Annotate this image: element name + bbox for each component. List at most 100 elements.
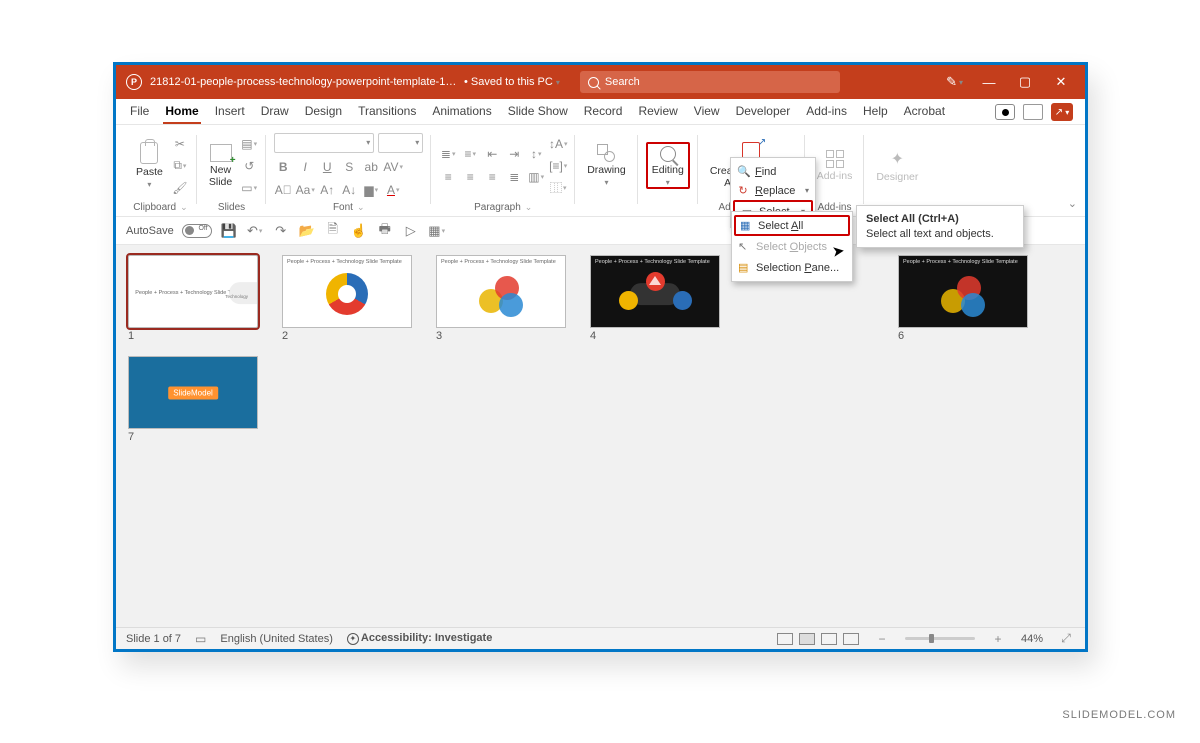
tab-slideshow[interactable]: Slide Show — [506, 100, 570, 124]
select-all-menu-item[interactable]: ▦ Select All — [734, 215, 850, 236]
tab-draw[interactable]: Draw — [259, 100, 291, 124]
slide-thumbnail-4[interactable]: People + Process + Technology Slide Temp… — [590, 255, 720, 342]
minimize-button[interactable]: — — [971, 65, 1007, 99]
tab-transitions[interactable]: Transitions — [356, 100, 418, 124]
autosave-toggle[interactable]: Off — [182, 224, 212, 238]
align-center-button[interactable]: ≡ — [461, 168, 479, 186]
new-button[interactable]: 🗎 — [324, 222, 342, 240]
underline-button[interactable]: U — [318, 158, 336, 176]
shadow-button[interactable]: ab — [362, 158, 380, 176]
print-button[interactable]: 🖶 — [376, 222, 394, 240]
font-name-selector[interactable]: ▾ — [274, 133, 374, 153]
zoom-out-button[interactable]: − — [873, 630, 891, 648]
slide-thumbnail-7[interactable]: SlideModel 7 — [128, 356, 258, 443]
fit-to-window-button[interactable]: ⤢ — [1057, 630, 1075, 648]
normal-view-button[interactable] — [777, 633, 793, 645]
copy-button[interactable]: ⧉▾ — [171, 157, 189, 175]
tab-design[interactable]: Design — [303, 100, 344, 124]
find-menu-item[interactable]: 🔍 Find — [731, 162, 815, 181]
char-spacing-button[interactable]: AV▾ — [384, 158, 402, 176]
highlight-button[interactable]: ▆▾ — [362, 181, 380, 199]
line-spacing-button[interactable]: ↕▾ — [527, 145, 545, 163]
indent-right-button[interactable]: ⇥ — [505, 145, 523, 163]
sorter-view-button[interactable] — [799, 633, 815, 645]
zoom-slider[interactable] — [905, 637, 975, 640]
slide-sorter-view[interactable]: People + Process + Technology Slide Temp… — [116, 245, 1085, 627]
drawing-button[interactable]: Drawing ▾ — [583, 142, 630, 189]
change-case-button[interactable]: Aa▾ — [296, 181, 314, 199]
slide-6[interactable]: People + Process + Technology Slide Temp… — [898, 255, 1028, 328]
coming-soon-button[interactable]: ✎ ▾ — [938, 74, 971, 90]
section-button[interactable]: ▭▾ — [240, 179, 258, 197]
maximize-button[interactable]: ▢ — [1007, 65, 1043, 99]
tab-review[interactable]: Review — [636, 100, 679, 124]
tab-help[interactable]: Help — [861, 100, 890, 124]
slide-4[interactable]: People + Process + Technology Slide Temp… — [590, 255, 720, 328]
slide-thumbnail-3[interactable]: People + Process + Technology Slide Temp… — [436, 255, 566, 342]
undo-button[interactable]: ↶▾ — [246, 222, 264, 240]
from-beginning-button[interactable]: ▷ — [402, 222, 420, 240]
reset-button[interactable]: ↺ — [240, 157, 258, 175]
align-right-button[interactable]: ≡ — [483, 168, 501, 186]
tab-animations[interactable]: Animations — [430, 100, 493, 124]
share-button[interactable]: ↗▾ — [1051, 103, 1073, 121]
shrink-font-button[interactable]: A↓ — [340, 181, 358, 199]
tab-addins[interactable]: Add-ins — [804, 100, 849, 124]
smartart-button[interactable]: ⿲▾ — [549, 179, 567, 197]
touch-button[interactable]: ☝ — [350, 222, 368, 240]
language-status[interactable]: English (United States) — [220, 633, 333, 645]
paste-button[interactable]: Paste ▾ — [132, 140, 167, 191]
tab-acrobat[interactable]: Acrobat — [902, 100, 947, 124]
slide-counter[interactable]: Slide 1 of 7 — [126, 633, 181, 645]
save-button[interactable]: 💾 — [220, 222, 238, 240]
saved-status-dropdown-icon[interactable]: ▾ — [556, 78, 560, 87]
slide-1[interactable]: People + Process + Technology Slide Temp… — [128, 255, 258, 328]
slide-2[interactable]: People + Process + Technology Slide Temp… — [282, 255, 412, 328]
search-box[interactable]: Search — [580, 71, 840, 93]
new-slide-button[interactable]: New Slide — [205, 142, 236, 190]
font-size-selector[interactable]: ▾ — [378, 133, 423, 153]
slideshow-view-button[interactable] — [843, 633, 859, 645]
align-text-button[interactable]: [≡]▾ — [549, 157, 567, 175]
slide-7[interactable]: SlideModel — [128, 356, 258, 429]
tab-record[interactable]: Record — [582, 100, 625, 124]
layout-button[interactable]: ▤▾ — [240, 135, 258, 153]
collapse-ribbon-button[interactable]: ⌄ — [1068, 197, 1077, 210]
cut-button[interactable]: ✂ — [171, 135, 189, 153]
addins-button[interactable]: Add-ins — [813, 148, 857, 184]
indent-left-button[interactable]: ⇤ — [483, 145, 501, 163]
tab-file[interactable]: File — [128, 100, 151, 124]
close-button[interactable]: ✕ — [1043, 65, 1079, 99]
strike-button[interactable]: S — [340, 158, 358, 176]
editing-button[interactable]: Editing ▾ — [646, 142, 690, 189]
open-button[interactable]: 📂 — [298, 222, 316, 240]
grow-font-button[interactable]: A↑ — [318, 181, 336, 199]
accessibility-status[interactable]: Accessibility: Investigate — [347, 632, 492, 644]
bold-button[interactable]: B — [274, 158, 292, 176]
italic-button[interactable]: I — [296, 158, 314, 176]
format-painter-button[interactable]: 🖌 — [171, 179, 189, 197]
tab-view[interactable]: View — [692, 100, 722, 124]
reading-view-button[interactable] — [821, 633, 837, 645]
slide-thumbnail-6[interactable]: People + Process + Technology Slide Temp… — [898, 255, 1028, 342]
text-direction-button[interactable]: ↕A▾ — [549, 135, 567, 153]
tab-developer[interactable]: Developer — [734, 100, 793, 124]
saved-status[interactable]: • Saved to this PC — [464, 76, 553, 88]
replace-menu-item[interactable]: ↻ Replace ▾ — [731, 181, 815, 200]
align-left-button[interactable]: ≡ — [439, 168, 457, 186]
font-color-button[interactable]: A▾ — [384, 181, 402, 199]
slide-thumbnail-1[interactable]: People + Process + Technology Slide Temp… — [128, 255, 258, 342]
tab-insert[interactable]: Insert — [213, 100, 247, 124]
zoom-in-button[interactable]: + — [989, 630, 1007, 648]
redo-button[interactable]: ↷ — [272, 222, 290, 240]
columns-button[interactable]: ▥▾ — [527, 168, 545, 186]
clear-format-button[interactable]: A⃠ — [274, 181, 292, 199]
camera-button[interactable] — [995, 104, 1015, 120]
slide-thumbnail-2[interactable]: People + Process + Technology Slide Temp… — [282, 255, 412, 342]
tab-home[interactable]: Home — [163, 100, 200, 124]
designer-button[interactable]: ✦ Designer — [872, 147, 922, 185]
document-filename[interactable]: 21812-01-people-process-technology-power… — [150, 76, 460, 88]
numbering-button[interactable]: ≡▾ — [461, 145, 479, 163]
qat-more-button[interactable]: ▦▾ — [428, 222, 446, 240]
zoom-level[interactable]: 44% — [1021, 633, 1043, 645]
